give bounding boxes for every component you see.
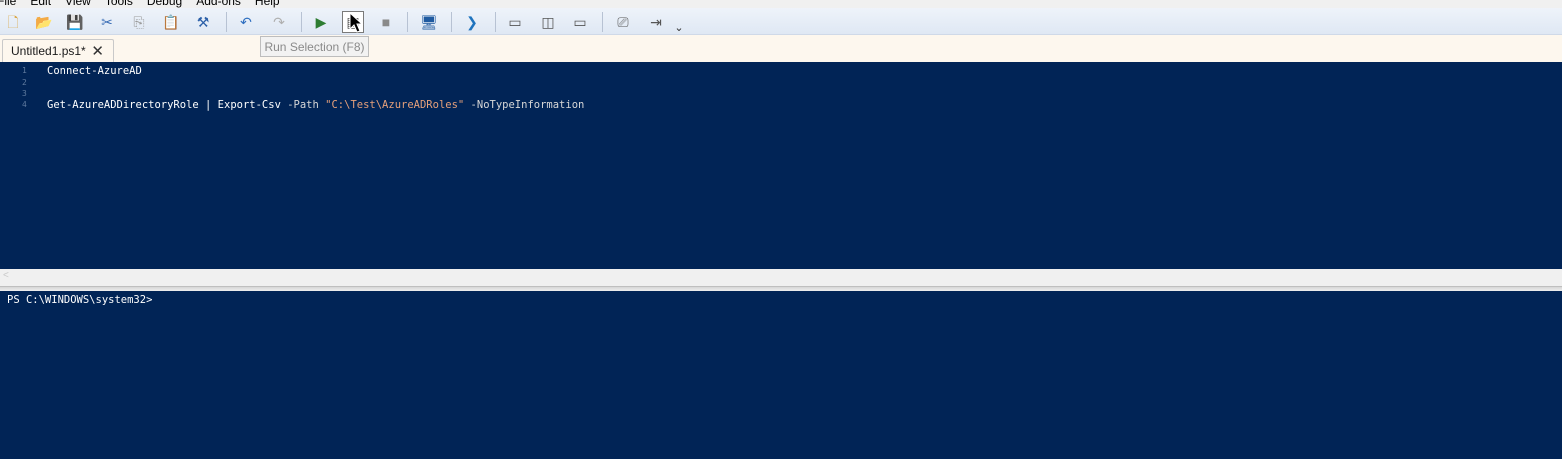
new-script-icon[interactable]: 🗋 xyxy=(2,11,24,33)
code-token: Connect-AzureAD xyxy=(47,65,142,77)
toolbar-separator xyxy=(451,12,452,32)
redo-icon[interactable]: ↷ xyxy=(268,11,290,33)
console-pane[interactable]: PS C:\WINDOWS\system32> xyxy=(0,291,1562,459)
toolbar-separator xyxy=(407,12,408,32)
show-script-maximized-icon[interactable]: ▭ xyxy=(569,11,591,33)
scroll-left-icon[interactable]: < xyxy=(3,270,9,281)
tab-untitled1[interactable]: Untitled1.ps1* ✕ xyxy=(2,39,114,62)
run-script-icon[interactable]: ▶ xyxy=(310,11,332,33)
undo-icon[interactable]: ↶ xyxy=(235,11,257,33)
line-number: 1 xyxy=(22,66,27,75)
code-token: -Path xyxy=(287,99,326,111)
code-token: "C:\Test\AzureADRoles" xyxy=(325,99,465,111)
copy-icon[interactable]: ⎘ xyxy=(128,11,150,33)
menu-debug[interactable]: Debug xyxy=(140,0,189,8)
line-number: 4 xyxy=(22,100,27,109)
start-powershell-icon[interactable]: ❯ xyxy=(461,11,483,33)
toolbar-separator xyxy=(602,12,603,32)
editor-horizontal-scrollbar[interactable]: < xyxy=(0,269,1562,286)
toolbar-separator xyxy=(226,12,227,32)
show-script-pane-icon[interactable]: ⎚ xyxy=(612,11,634,33)
toolbar-separator xyxy=(301,12,302,32)
tab-strip: Untitled1.ps1* ✕ xyxy=(0,35,1562,62)
menu-edit[interactable]: Edit xyxy=(23,0,58,8)
show-commands-addon-icon[interactable]: ⇥ xyxy=(645,11,667,33)
line-code: Get-AzureADDirectoryRole | Export-Csv -P… xyxy=(47,99,584,111)
menu-tools[interactable]: Tools xyxy=(98,0,140,8)
remote-powershell-icon[interactable]: 🖥 xyxy=(418,11,440,33)
menu-help[interactable]: Help xyxy=(248,0,287,8)
show-script-top-icon[interactable]: ▭ xyxy=(504,11,526,33)
cut-icon[interactable]: ✂ xyxy=(96,11,118,33)
paste-icon[interactable]: 📋 xyxy=(160,11,182,33)
run-selection-tooltip: Run Selection (F8) xyxy=(260,36,369,57)
console-prompt: PS C:\WINDOWS\system32> xyxy=(7,294,153,306)
mouse-cursor-icon xyxy=(349,12,364,33)
menu-add-ons[interactable]: Add-ons xyxy=(189,0,248,8)
show-script-right-icon[interactable]: ◫ xyxy=(537,11,559,33)
menu-bar: File Edit View Tools Debug Add-ons Help xyxy=(0,0,1562,8)
close-tab-icon[interactable]: ✕ xyxy=(91,42,104,60)
menu-file[interactable]: File xyxy=(0,0,23,8)
tab-title: Untitled1.ps1* xyxy=(11,44,86,58)
save-icon[interactable]: 💾 xyxy=(64,11,86,33)
toolbar: 🗋📂💾✂⎘📋⚒↶↷▶▤■🖥❯▭◫▭⎚⇥⌄ xyxy=(0,8,1562,35)
code-token: Get-AzureADDirectoryRole | Export-Csv xyxy=(47,99,288,111)
stop-icon[interactable]: ■ xyxy=(375,11,397,33)
open-folder-icon[interactable]: 📂 xyxy=(33,11,55,33)
clear-console-icon[interactable]: ⚒ xyxy=(192,11,214,33)
code-token: -NoTypeInformation xyxy=(464,99,585,111)
line-code: Connect-AzureAD xyxy=(47,65,142,77)
menu-view[interactable]: View xyxy=(58,0,98,8)
toolbar-separator xyxy=(495,12,496,32)
script-editor[interactable]: 1 Connect-AzureAD 2 3 4 Get-AzureADDirectoryR… xyxy=(0,62,1562,269)
